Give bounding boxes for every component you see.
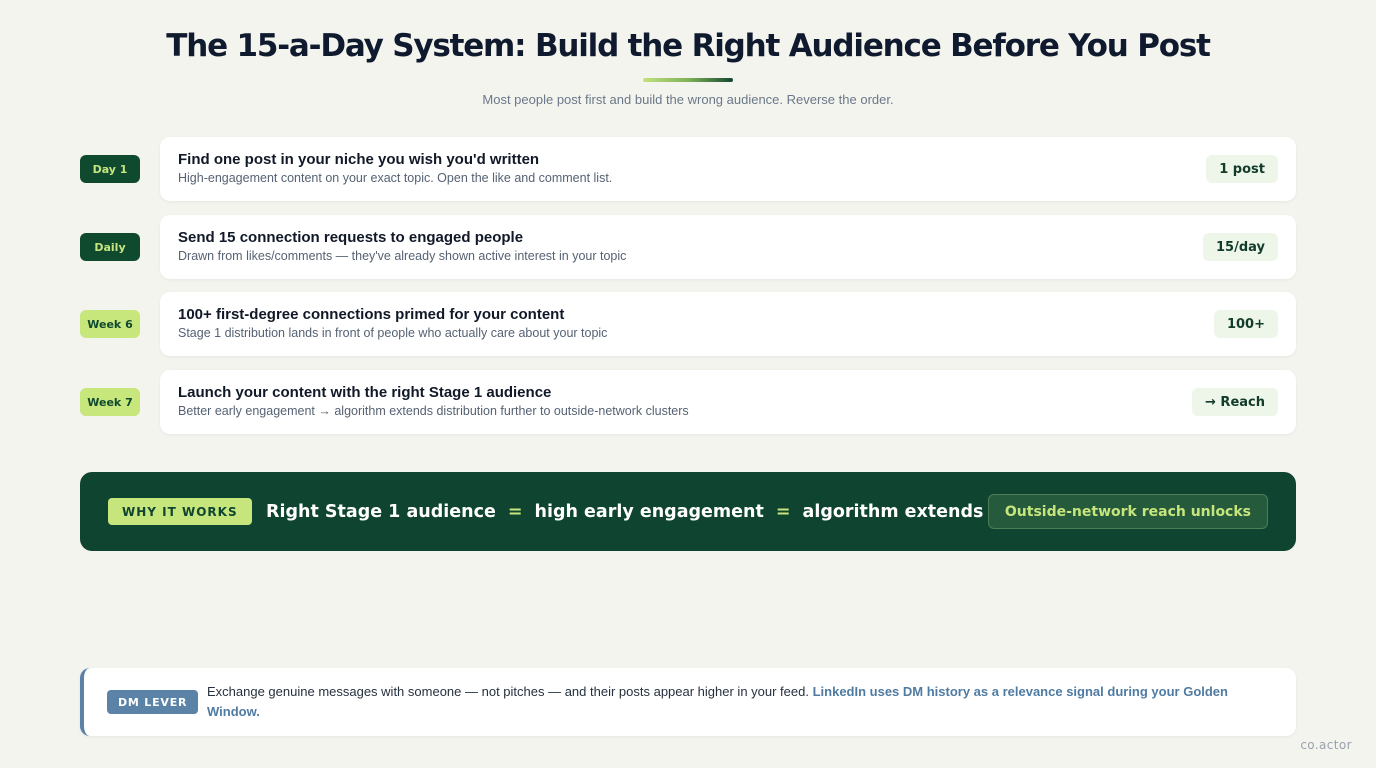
why-it-works-badge: WHY IT WORKS xyxy=(108,498,252,525)
step-tag-week-6: Week 6 xyxy=(80,310,140,338)
step-description: Drawn from likes/comments — they've alre… xyxy=(178,249,627,263)
brand-watermark: co.actor xyxy=(1300,738,1352,752)
formula-term-engagement: high early engagement xyxy=(534,502,764,522)
step-description: Better early engagement → algorithm exte… xyxy=(178,404,689,418)
formula-term-audience: Right Stage 1 audience xyxy=(266,502,496,522)
why-formula: Right Stage 1 audience = high early enga… xyxy=(266,502,983,522)
step-metric-badge: 15/day xyxy=(1203,233,1278,261)
step-card-daily: Send 15 connection requests to engaged p… xyxy=(160,215,1296,279)
step-tag-day-1: Day 1 xyxy=(80,155,140,183)
step-metric-badge: 100+ xyxy=(1213,310,1278,338)
step-title: 100+ first-degree connections primed for… xyxy=(178,306,565,323)
step-title: Launch your content with the right Stage… xyxy=(178,384,552,401)
step-card-day-1: Find one post in your niche you wish you… xyxy=(160,137,1296,201)
step-tag-daily: Daily xyxy=(80,233,140,261)
dm-lever-body: Exchange genuine messages with someone —… xyxy=(207,684,813,699)
dm-lever-callout: DM LEVER Exchange genuine messages with … xyxy=(80,668,1296,736)
step-title: Send 15 connection requests to engaged p… xyxy=(178,229,524,246)
step-description: Stage 1 distribution lands in front of p… xyxy=(178,326,608,340)
why-it-works-panel: WHY IT WORKS Right Stage 1 audience = hi… xyxy=(80,472,1296,551)
step-description: High-engagement content on your exact to… xyxy=(178,171,613,185)
step-metric-badge: 1 post xyxy=(1206,155,1278,183)
step-tag-week-7: Week 7 xyxy=(80,388,140,416)
step-metric-badge: → Reach xyxy=(1192,388,1278,416)
step-card-week-6: 100+ first-degree connections primed for… xyxy=(160,292,1296,356)
dm-lever-badge: DM LEVER xyxy=(107,690,199,714)
title-underline xyxy=(643,78,733,82)
reach-unlocks-badge: Outside-network reach unlocks xyxy=(987,494,1268,529)
page-subtitle: Most people post first and build the wro… xyxy=(482,92,894,107)
step-title: Find one post in your niche you wish you… xyxy=(178,151,540,168)
equals-sign: = xyxy=(775,502,791,522)
formula-term-algorithm: algorithm extends xyxy=(802,502,984,522)
page-title: The 15-a-Day System: Build the Right Aud… xyxy=(166,28,1211,64)
step-card-week-7: Launch your content with the right Stage… xyxy=(160,370,1296,434)
dm-lever-text: Exchange genuine messages with someone —… xyxy=(207,682,1282,722)
equals-sign: = xyxy=(507,502,523,522)
